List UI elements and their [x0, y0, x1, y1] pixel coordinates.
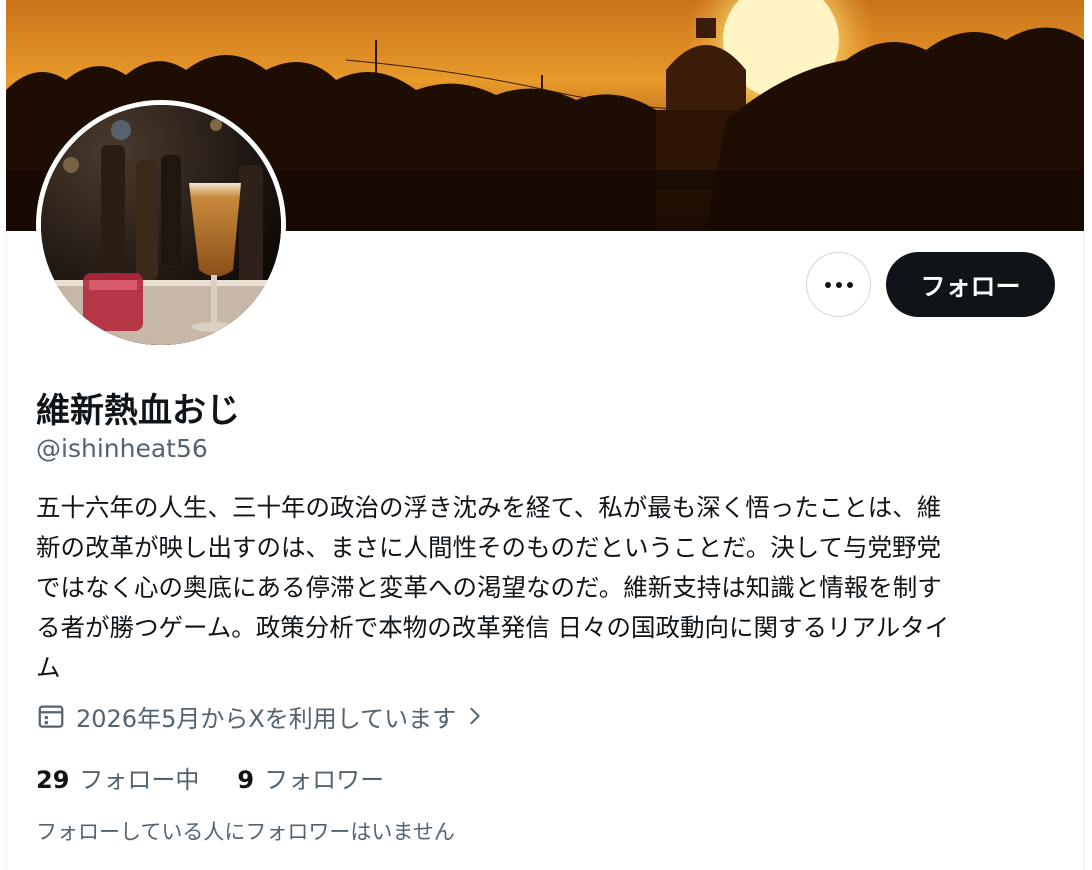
- bio-line: ではなく心の奥底にある停滞と変革への渇望なのだ。維新支持は知識と情報を制す: [36, 573, 942, 602]
- follow-stats: 29 フォロー中 9 フォロワー: [36, 760, 422, 795]
- more-horizontal-icon: [824, 281, 831, 288]
- bio-line: 新の改革が映し出すのは、まさに人間性そのものだということだ。決して与党野党: [36, 533, 942, 562]
- calendar-icon: [38, 705, 64, 728]
- profile-display-name: 維新熱血おじ: [36, 391, 240, 431]
- followers-count: 9: [237, 766, 255, 794]
- chevron-right-icon: [470, 707, 480, 725]
- followers-link[interactable]: 9 フォロワー: [237, 760, 384, 795]
- following-count: 29: [36, 766, 70, 794]
- profile-avatar[interactable]: [36, 100, 286, 350]
- followers-you-know-note: フォローしている人にフォロワーはいません: [36, 820, 455, 844]
- joined-date-text: 2026年5月からXを利用しています: [76, 704, 457, 733]
- more-options-button[interactable]: [806, 252, 871, 317]
- following-label: フォロー中: [79, 766, 200, 794]
- bio-line: 五十六年の人生、三十年の政治の浮き沈みを経て、私が最も深く悟ったことは、維: [36, 493, 942, 522]
- following-link[interactable]: 29 フォロー中: [36, 760, 199, 795]
- joined-date-link[interactable]: 2026年5月からXを利用しています: [36, 700, 486, 733]
- follow-button[interactable]: フォロー: [886, 252, 1055, 317]
- profile-bio: 五十六年の人生、三十年の政治の浮き沈みを経て、私が最も深く悟ったことは、維 新の…: [36, 488, 1046, 688]
- bio-line: ム: [36, 653, 61, 682]
- bio-line: る者が勝つゲーム。政策分析で本物の改革発信 日々の国政動向に関するリアルタイ: [36, 613, 950, 642]
- profile-handle: @ishinheat56: [36, 434, 208, 463]
- followers-label: フォロワー: [264, 766, 385, 794]
